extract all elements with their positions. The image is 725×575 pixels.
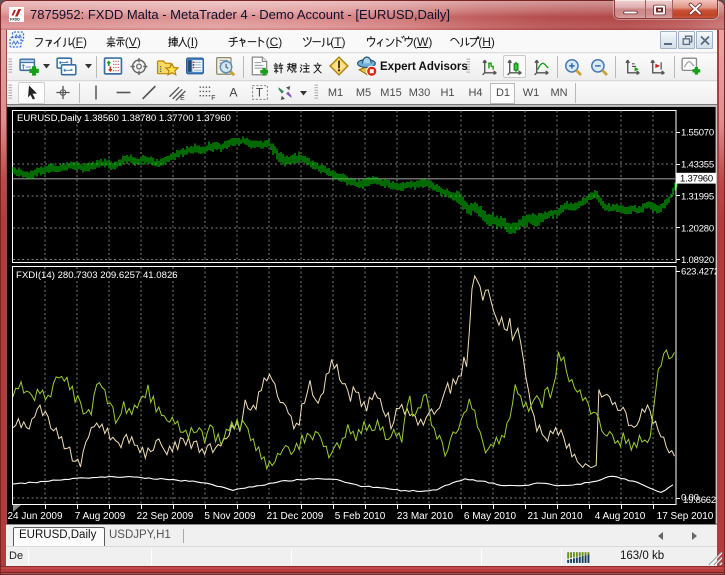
svg-text:21 Jun 2010: 21 Jun 2010: [527, 511, 582, 522]
svg-text:A: A: [229, 85, 238, 99]
svg-text:FXDI(14) 280.7303 209.6257 41.: FXDI(14) 280.7303 209.6257 41.0826: [16, 270, 178, 281]
svg-text:623.4272: 623.4272: [681, 267, 717, 278]
svg-text:1.37960: 1.37960: [680, 173, 713, 184]
svg-text:FXDD: FXDD: [10, 18, 20, 22]
svg-text:EURUSD,Daily 1.38560 1.38780: EURUSD,Daily 1.38560 1.38780 1.37700 1.3…: [17, 113, 231, 124]
svg-text:19.8662: 19.8662: [683, 495, 716, 506]
svg-text:7 Aug 2009: 7 Aug 2009: [75, 511, 126, 522]
svg-text:4 Aug 2010: 4 Aug 2010: [595, 511, 646, 522]
svg-text:5 Feb 2010: 5 Feb 2010: [335, 511, 386, 522]
svg-text:1.08920: 1.08920: [681, 255, 714, 266]
svg-text:1.20280: 1.20280: [681, 223, 714, 234]
svg-text:T: T: [256, 87, 263, 100]
svg-text:F: F: [211, 95, 215, 101]
svg-text:17 Sep 2010: 17 Sep 2010: [657, 511, 714, 522]
svg-text:21 Dec 2009: 21 Dec 2009: [267, 511, 324, 522]
svg-text:1.43355: 1.43355: [681, 160, 714, 171]
svg-text:23 Mar 2010: 23 Mar 2010: [397, 511, 454, 522]
svg-text:E: E: [180, 95, 185, 101]
svg-text:6 May 2010: 6 May 2010: [464, 511, 517, 522]
svg-text:1.31995: 1.31995: [681, 191, 714, 202]
svg-text:1.55070: 1.55070: [681, 128, 714, 139]
svg-text:24 Jun 2009: 24 Jun 2009: [7, 511, 62, 522]
svg-text:5 Nov 2009: 5 Nov 2009: [204, 511, 256, 522]
svg-text:22 Sep 2009: 22 Sep 2009: [137, 511, 194, 522]
